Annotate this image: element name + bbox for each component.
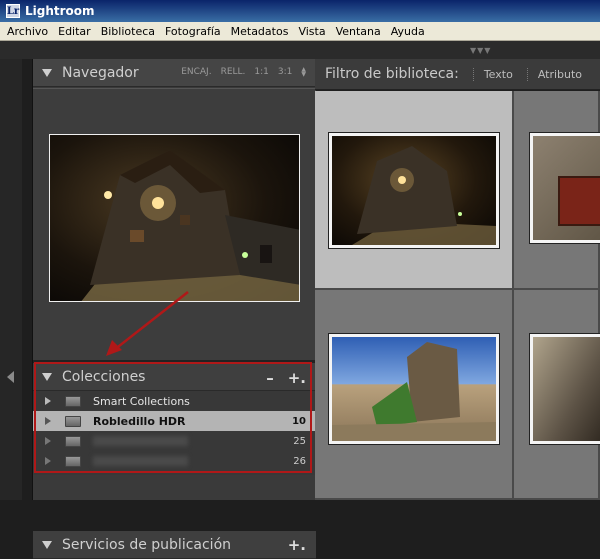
disclosure-right-icon[interactable] [45,437,51,445]
smart-collection-folder-icon [65,395,81,407]
photo-thumbnail[interactable] [530,334,600,444]
filter-attribute-option[interactable]: Atributo [526,67,582,81]
blurred-label [93,436,188,446]
photo-thumbnail[interactable] [329,133,499,248]
publish-services-header[interactable]: Servicios de publicación +. [33,531,316,559]
collections-list: Smart Collections Robledillo HDR 10 25 2… [33,391,316,475]
navigator-preview-area [33,88,316,360]
zoom-3-1-option[interactable]: 3:1 [278,67,292,77]
filter-text-option[interactable]: Texto [472,67,513,81]
collapse-left-panel-icon[interactable] [7,371,14,383]
collections-header[interactable]: Colecciones – +. [33,363,316,391]
zoom-fill-option[interactable]: RELL. [221,67,246,77]
collection-item-blurred-2[interactable]: 26 [33,451,316,471]
zoom-fit-option[interactable]: ENCAJ. [181,67,211,77]
left-panel: Navegador ENCAJ. RELL. 1:1 3:1 ▲ ▼ Colec… [32,59,316,559]
library-filter-bar: Filtro de biblioteca: Texto Atributo [315,59,600,90]
grid-cell[interactable] [315,290,514,500]
photo-thumbnail[interactable] [329,334,499,444]
menu-metadatos[interactable]: Metadatos [226,25,294,38]
module-strip: ▼▼▼ [0,41,600,59]
menu-archivo[interactable]: Archivo [2,25,53,38]
disclosure-down-icon[interactable] [42,540,52,549]
collection-folder-icon [65,415,81,427]
collection-item-robledillo[interactable]: Robledillo HDR 10 [33,411,316,431]
remove-collection-button[interactable]: – [266,369,274,387]
blurred-label [93,456,188,466]
disclosure-down-icon[interactable] [42,68,52,77]
menu-ayuda[interactable]: Ayuda [386,25,430,38]
library-filter-label: Filtro de biblioteca: [325,66,459,82]
menu-vista[interactable]: Vista [293,25,330,38]
menu-bar: Archivo Editar Biblioteca Fotografía Met… [0,22,600,41]
zoom-select-arrows-icon[interactable]: ▲ ▼ [301,67,306,78]
lightroom-logo-icon: Lr [6,4,20,18]
grid-cell[interactable] [514,290,600,500]
navigator-header[interactable]: Navegador ENCAJ. RELL. 1:1 3:1 ▲ ▼ [33,59,316,87]
collection-count: 25 [293,435,306,447]
navigator-title: Navegador [62,64,139,81]
menu-editar[interactable]: Editar [53,25,96,38]
add-publish-service-button[interactable]: +. [288,536,306,554]
collections-title: Colecciones [62,368,146,385]
collection-item-smart[interactable]: Smart Collections [33,391,316,411]
collection-label: Smart Collections [93,394,190,408]
zoom-1-1-option[interactable]: 1:1 [254,67,268,77]
menu-biblioteca[interactable]: Biblioteca [96,25,160,38]
navigator-zoom-options: ENCAJ. RELL. 1:1 3:1 ▲ ▼ [181,67,306,78]
window-title-bar[interactable]: Lr Lightroom [0,0,600,22]
disclosure-right-icon[interactable] [45,417,51,425]
menu-fotografia[interactable]: Fotografía [160,25,226,38]
window-title: Lightroom [25,4,95,18]
left-edge-strip [0,59,22,500]
disclosure-right-icon[interactable] [45,457,51,465]
photo-thumbnail[interactable] [530,133,600,243]
grid-cell-selected[interactable] [315,91,514,290]
publish-services-title: Servicios de publicación [62,536,232,553]
collection-label: Robledillo HDR [93,414,186,428]
grip-handle-icon[interactable]: ▼▼▼ [470,46,491,55]
collection-count: 10 [292,415,306,427]
collection-count: 26 [293,455,306,467]
photo-grid [315,91,600,500]
navigator-preview-image[interactable] [49,134,300,302]
collection-item-blurred-1[interactable]: 25 [33,431,316,451]
grid-cell[interactable] [514,91,600,290]
collection-folder-icon [65,455,81,467]
disclosure-down-icon[interactable] [42,372,52,381]
disclosure-right-icon[interactable] [45,397,51,405]
collections-actions: – +. [266,369,306,387]
collection-folder-icon [65,435,81,447]
menu-ventana[interactable]: Ventana [331,25,386,38]
add-collection-button[interactable]: +. [288,369,306,387]
